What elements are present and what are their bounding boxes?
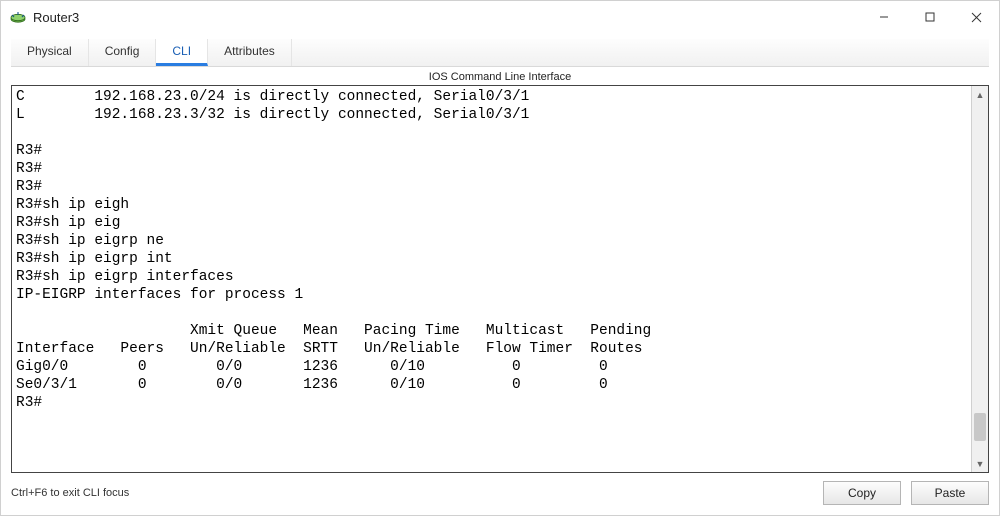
- scroll-thumb[interactable]: [974, 413, 986, 441]
- app-window: Router3 Physical Config CLI Attributes I…: [0, 0, 1000, 516]
- router-icon: [9, 8, 27, 26]
- tab-cli[interactable]: CLI: [156, 39, 208, 66]
- window-controls: [861, 1, 999, 33]
- minimize-button[interactable]: [861, 1, 907, 33]
- copy-button[interactable]: Copy: [823, 481, 901, 505]
- vertical-scrollbar[interactable]: ▲ ▼: [971, 86, 988, 472]
- tab-bar: Physical Config CLI Attributes: [11, 39, 989, 67]
- tab-physical[interactable]: Physical: [11, 39, 89, 66]
- window-title: Router3: [33, 10, 79, 25]
- close-button[interactable]: [953, 1, 999, 33]
- tab-config[interactable]: Config: [89, 39, 157, 66]
- scroll-down-arrow[interactable]: ▼: [972, 455, 988, 472]
- cli-header-label: IOS Command Line Interface: [11, 67, 989, 85]
- cli-terminal[interactable]: C 192.168.23.0/24 is directly connected,…: [12, 86, 971, 472]
- scroll-up-arrow[interactable]: ▲: [972, 86, 988, 103]
- titlebar: Router3: [1, 1, 999, 33]
- footer-bar: Ctrl+F6 to exit CLI focus Copy Paste: [11, 473, 989, 505]
- focus-hint: Ctrl+F6 to exit CLI focus: [11, 487, 129, 499]
- scroll-track[interactable]: [972, 103, 988, 455]
- paste-button[interactable]: Paste: [911, 481, 989, 505]
- tab-attributes[interactable]: Attributes: [208, 39, 292, 66]
- terminal-container: C 192.168.23.0/24 is directly connected,…: [11, 85, 989, 473]
- maximize-button[interactable]: [907, 1, 953, 33]
- content-frame: Physical Config CLI Attributes IOS Comma…: [1, 33, 999, 515]
